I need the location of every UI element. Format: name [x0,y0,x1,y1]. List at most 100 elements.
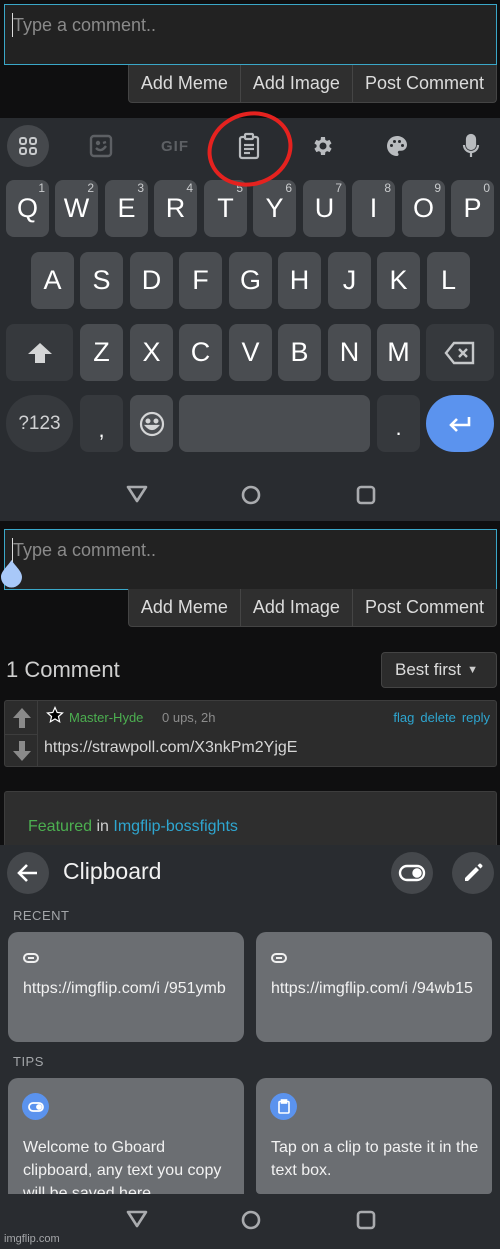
key-l[interactable]: L [427,252,470,309]
comma-key[interactable]: , [80,395,123,452]
home-nav-icon[interactable] [241,1210,261,1235]
post-comment-button[interactable]: Post Comment [351,589,496,626]
comment-item: Master-Hyde 0 ups, 2h flag delete reply ht… [4,700,497,767]
key-q[interactable]: Q1 [6,180,49,237]
key-y[interactable]: Y6 [253,180,296,237]
imgflip-watermark: imgflip.com [4,1233,60,1245]
key-p[interactable]: P0 [451,180,494,237]
link-icon [23,950,39,966]
clipboard-toggle-button[interactable] [391,852,433,894]
sort-dropdown[interactable]: Best first ▼ [381,652,497,688]
key-z[interactable]: Z [80,324,123,381]
featured-stream-link[interactable]: Imgflip-bossfights [113,818,238,835]
clip-text: https://imgflip.com/i /94wb15 [271,980,473,997]
key-o[interactable]: O9 [402,180,445,237]
symbols-key[interactable]: ?123 [6,395,73,452]
key-w[interactable]: W2 [55,180,98,237]
key-j[interactable]: J [328,252,371,309]
comment-text: https://strawpoll.com/X3nkPm2YjgE [44,739,298,756]
key-n[interactable]: N [328,324,371,381]
key-c[interactable]: C [179,324,222,381]
key-number-hint: 4 [186,181,193,195]
tip-text: Tap on a clip to paste it in the text bo… [271,1139,479,1179]
key-label: P [463,193,482,223]
key-f[interactable]: F [179,252,222,309]
spacebar-key[interactable] [179,395,370,452]
add-meme-button[interactable]: Add Meme [129,65,240,102]
flag-link[interactable]: flag [393,710,414,725]
clip-item[interactable]: https://imgflip.com/i /94wb15 [256,932,492,1042]
add-meme-button[interactable]: Add Meme [129,589,240,626]
microphone-icon[interactable] [450,125,492,167]
tip-card: Tap on a clip to paste it in the text bo… [256,1078,492,1194]
enter-key[interactable] [426,395,494,452]
downvote-arrow-icon[interactable] [5,734,38,767]
comment-actions: Add Meme Add Image Post Comment [127,65,497,103]
gif-icon[interactable]: GIF [154,125,196,167]
recents-nav-icon[interactable] [356,485,376,510]
key-label: M [387,337,410,367]
back-nav-icon[interactable] [126,1209,148,1234]
comment-input-focused[interactable]: Type a comment.. [4,529,497,590]
key-i[interactable]: I8 [352,180,395,237]
text-caret [12,538,13,562]
backspace-key[interactable] [426,324,494,381]
toggle-icon [398,864,426,882]
key-e[interactable]: E3 [105,180,148,237]
key-label: J [342,265,357,295]
sticker-icon[interactable] [80,125,122,167]
key-s[interactable]: S [80,252,123,309]
key-k[interactable]: K [377,252,420,309]
tips-section-label: TIPS [13,1054,44,1069]
key-h[interactable]: H [278,252,321,309]
home-nav-icon[interactable] [241,485,261,510]
key-label: R [165,193,186,223]
back-arrow-button[interactable] [7,852,49,894]
period-key[interactable]: . [377,395,420,452]
edit-button[interactable] [452,852,494,894]
key-label: E [117,193,136,223]
theme-palette-icon[interactable] [376,125,418,167]
key-r[interactable]: R4 [154,180,197,237]
tip-text: Welcome to Gboard clipboard, any text yo… [23,1139,222,1194]
apps-grid-icon[interactable] [7,125,49,167]
vote-column [5,701,38,766]
key-number-hint: 3 [137,181,144,195]
key-number-hint: 0 [483,181,490,195]
post-comment-button[interactable]: Post Comment [351,65,496,102]
add-image-button[interactable]: Add Image [239,589,352,626]
comment-username[interactable]: Master-Hyde [69,710,143,725]
clipboard-panel: Clipboard RECENT https://imgflip.com/i /… [0,845,500,1249]
key-d[interactable]: D [130,252,173,309]
cursor-handle-icon[interactable] [0,560,23,588]
key-a[interactable]: A [31,252,74,309]
key-t[interactable]: T5 [204,180,247,237]
emoji-key[interactable] [130,395,173,452]
settings-gear-icon[interactable] [302,125,344,167]
reply-link[interactable]: reply [462,710,490,725]
recents-nav-icon[interactable] [356,1210,376,1235]
key-u[interactable]: U7 [303,180,346,237]
user-star-icon [46,706,64,729]
back-nav-icon[interactable] [126,484,148,509]
key-m[interactable]: M [377,324,420,381]
key-x[interactable]: X [130,324,173,381]
key-number-hint: 8 [384,181,391,195]
upvote-arrow-icon[interactable] [5,701,38,734]
key-g[interactable]: G [229,252,272,309]
key-b[interactable]: B [278,324,321,381]
key-label: Z [93,337,110,367]
key-label: ?123 [18,412,61,434]
comment-input[interactable]: Type a comment.. [4,4,497,65]
key-v[interactable]: V [229,324,272,381]
clipboard-icon [270,1093,297,1120]
toggle-icon [22,1093,49,1120]
comment-count-heading: 1 Comment [6,657,120,682]
clip-item[interactable]: https://imgflip.com/i /951ymb [8,932,244,1042]
shift-key[interactable] [6,324,73,381]
text-caret [12,13,13,37]
featured-in: in [96,818,109,835]
key-label: D [141,265,162,295]
delete-link[interactable]: delete [420,710,455,725]
add-image-button[interactable]: Add Image [239,65,352,102]
